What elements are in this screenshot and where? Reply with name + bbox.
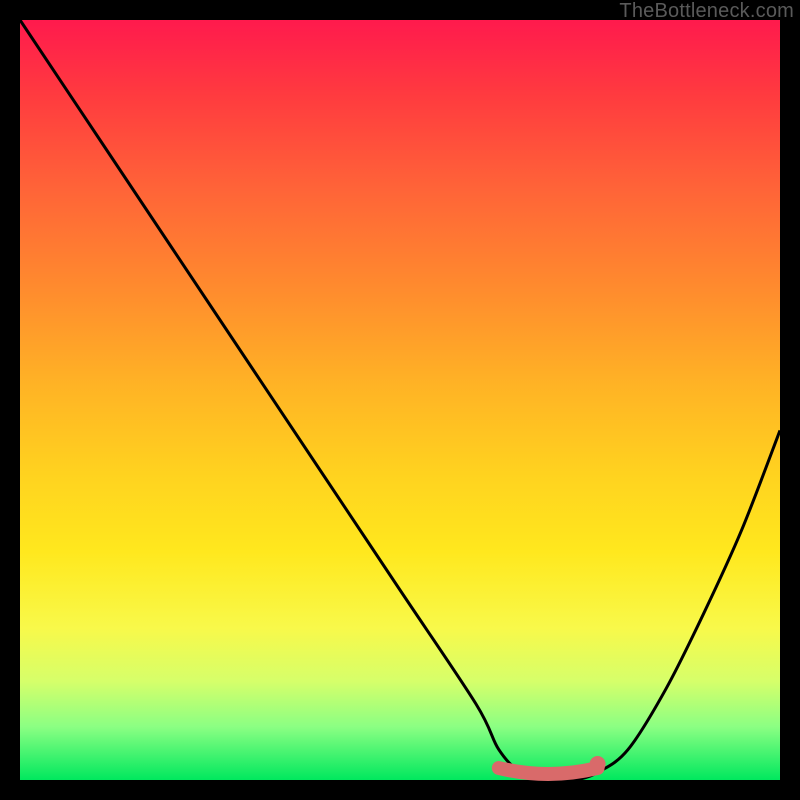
- bottleneck-curve-path: [20, 20, 780, 781]
- optimal-range-highlight: [499, 768, 598, 774]
- bottleneck-curve: [20, 20, 780, 780]
- chart-plot-area: [20, 20, 780, 780]
- chart-frame: TheBottleneck.com: [0, 0, 800, 800]
- optimal-range-end-dot: [590, 756, 606, 772]
